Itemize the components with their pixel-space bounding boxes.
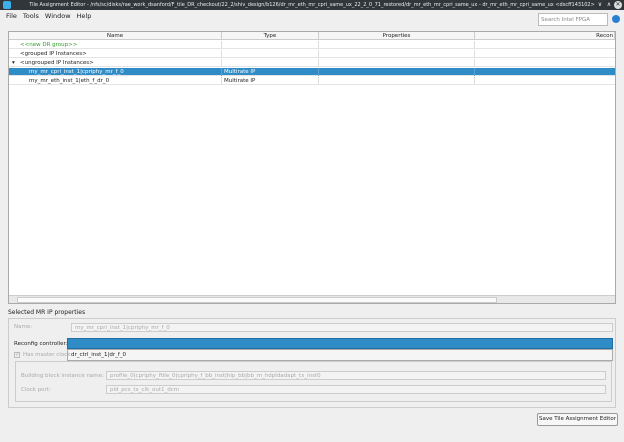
- master-clock-label: Has master clock: [23, 352, 71, 358]
- scrollbar-thumb[interactable]: [17, 297, 497, 303]
- row-name: <<new DR group>>: [20, 42, 78, 48]
- bb-instance-field: profile_0|cpriphy_ftile_0|cpriphy_f_bb_i…: [106, 371, 606, 380]
- reconfig-option[interactable]: dr_ctrl_inst_1|dr_f_0: [67, 349, 613, 361]
- row-name: my_mr_eth_inst_1|eth_f_dr_0: [29, 78, 110, 84]
- name-label: Name:: [14, 324, 33, 330]
- row-name: <ungrouped IP Instances>: [20, 60, 94, 66]
- properties-group: Name: my_mr_cpri_inst_1|cpriphy_mr_f_0 R…: [8, 318, 616, 408]
- globe-icon[interactable]: [612, 15, 620, 23]
- table-row-selected[interactable]: my_mr_cpri_inst_1|cpriphy_mr_f_0 Multirat…: [9, 68, 615, 76]
- row-name: my_mr_cpri_inst_1|cpriphy_mr_f_0: [29, 69, 124, 75]
- expand-arrow-icon[interactable]: ▾: [12, 59, 15, 67]
- col-header-properties[interactable]: Properties: [319, 32, 475, 40]
- table-row[interactable]: <grouped IP Instances>: [9, 50, 615, 58]
- properties-title: Selected MR IP properties: [8, 309, 86, 316]
- minimize-button[interactable]: ∨: [596, 1, 604, 9]
- maximize-button[interactable]: ∧: [605, 1, 613, 9]
- clock-port-select: pld_pcs_tx_clk_out1_dcm: [106, 385, 606, 394]
- clock-port-label: Clock port:: [21, 387, 51, 393]
- ip-table: Name Type Properties Recon <<new DR grou…: [8, 31, 616, 304]
- menu-window[interactable]: Window: [45, 12, 71, 22]
- window-title: Tile Assignment Editor - /nfs/sc/disks/r…: [29, 2, 595, 8]
- row-type: Multirate IP: [224, 69, 256, 75]
- row-type: Multirate IP: [224, 78, 256, 84]
- menu-help[interactable]: Help: [77, 12, 92, 22]
- name-field: my_mr_cpri_inst_1|cpriphy_mr_f_0: [71, 323, 613, 332]
- title-bar: Tile Assignment Editor - /nfs/sc/disks/r…: [0, 0, 624, 10]
- table-row[interactable]: ▾ <ungrouped IP Instances>: [9, 59, 615, 67]
- close-button[interactable]: ✕: [614, 1, 622, 9]
- col-header-name[interactable]: Name: [9, 32, 222, 40]
- reconfig-label: Reconfig controller:: [14, 341, 68, 347]
- search-input[interactable]: Search Intel FPGA: [538, 13, 608, 26]
- save-button[interactable]: Save Tile Assignment Editor: [537, 413, 618, 426]
- menu-file[interactable]: File: [6, 12, 17, 22]
- row-name: <grouped IP Instances>: [20, 51, 87, 57]
- col-header-reconfig[interactable]: Recon: [475, 32, 615, 40]
- master-clock-group: [15, 361, 612, 402]
- bb-label: Building block instance name:: [21, 373, 104, 379]
- horizontal-scrollbar[interactable]: [9, 295, 615, 303]
- reconfig-controller-select[interactable]: [67, 338, 613, 349]
- table-row[interactable]: <<new DR group>>: [9, 41, 615, 49]
- table-row[interactable]: my_mr_eth_inst_1|eth_f_dr_0 Multirate IP: [9, 77, 615, 85]
- menu-tools[interactable]: Tools: [23, 12, 39, 22]
- master-clock-checkbox[interactable]: ✓: [14, 352, 20, 358]
- menu-bar: File Tools Window Help: [6, 12, 91, 22]
- col-header-type[interactable]: Type: [222, 32, 319, 40]
- app-icon: [3, 1, 11, 9]
